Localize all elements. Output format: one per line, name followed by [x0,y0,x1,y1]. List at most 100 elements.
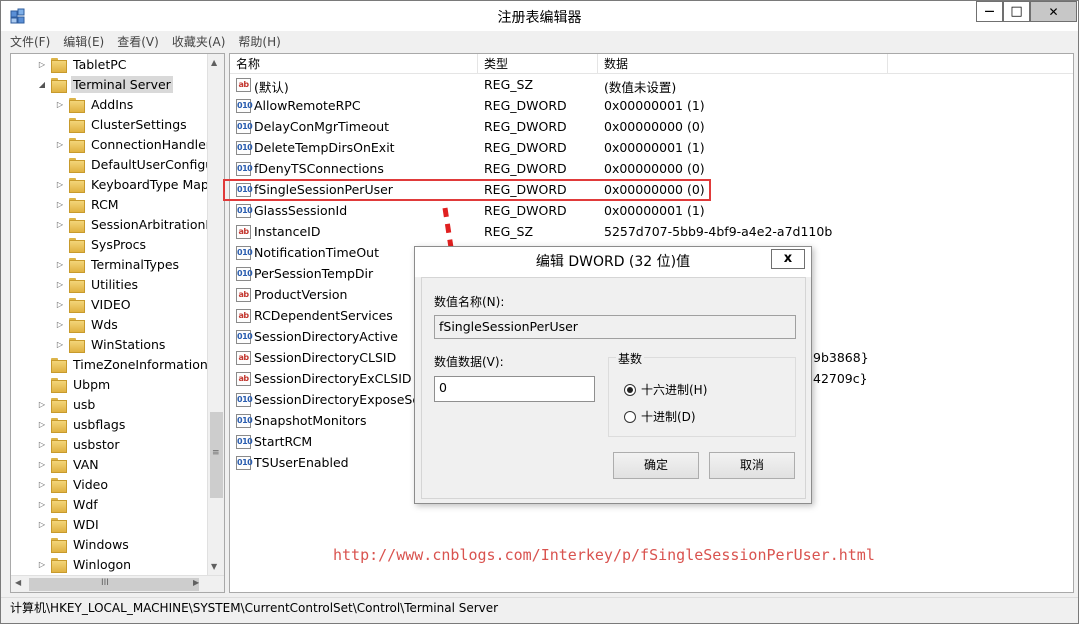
menu-favorites[interactable]: 收藏夹(A) [172,33,226,50]
tree-item[interactable]: ▷ SessionArbitrationH [55,214,217,234]
tree-item[interactable]: ▷ VIDEO [55,294,133,314]
tree-item[interactable]: ▷ Wds [55,314,120,334]
expand-arrow-icon[interactable]: ▷ [37,419,47,429]
tree-item[interactable]: TimeZoneInformation [37,354,210,374]
tree-item[interactable]: ▷ WinStations [55,334,167,354]
menu-file[interactable]: 文件(F) [10,33,50,50]
tree-item[interactable]: ▷ usbstor [37,434,122,454]
tree-item[interactable]: ▷ TerminalTypes [55,254,181,274]
radio-hex[interactable]: 十六进制(H) [624,381,707,398]
tree-item[interactable]: Windows [37,534,131,554]
expand-arrow-icon[interactable]: ▷ [37,479,47,489]
cancel-button[interactable]: 取消 [709,452,795,479]
expand-arrow-icon[interactable]: ▷ [55,179,65,189]
key-tree[interactable]: ▷ TabletPC ◢ Terminal Server ▷ AddIns ClusterS… [10,53,225,593]
tree-item[interactable]: ▷ KeyboardType Map [55,174,211,194]
string-value-icon: ab [236,288,251,302]
ok-button[interactable]: 确定 [613,452,699,479]
expand-arrow-icon[interactable]: ▷ [37,439,47,449]
dialog-close-button[interactable]: x [771,249,805,269]
radio-dec-icon[interactable] [624,410,636,423]
tree-item[interactable]: ▷ ConnectionHandler [55,134,213,154]
expand-arrow-icon[interactable]: ▷ [55,219,65,229]
expand-arrow-icon[interactable]: ▷ [37,499,47,509]
folder-icon [69,297,85,313]
tree-item-label: Ubpm [73,376,111,392]
minimize-button[interactable]: — [976,1,1003,22]
expand-arrow-icon[interactable]: ▷ [37,459,47,469]
value-name-cell: ProductVersion [254,287,348,302]
menu-help[interactable]: 帮助(H) [238,33,280,50]
tree-item[interactable]: ▷ Winlogon [37,554,133,574]
scroll-right-icon[interactable]: ▶ [193,578,199,587]
tree-item[interactable]: SysProcs [55,234,148,254]
expand-arrow-icon[interactable]: ▷ [55,199,65,209]
tree-vertical-scrollbar[interactable]: ▲ ≡ ▼ [207,54,224,575]
table-row[interactable]: 010 DeleteTempDirsOnExit REG_DWORD 0x000000… [230,138,1073,159]
table-row[interactable]: ab InstanceID REG_SZ 5257d707-5bb9-4bf9-a4e… [230,222,1073,243]
tree-item[interactable]: DefaultUserConfigu [55,154,215,174]
tree-item[interactable]: ▷ Utilities [55,274,140,294]
scroll-left-icon[interactable]: ◀ [15,578,21,587]
value-type-cell: REG_DWORD [484,140,567,155]
scroll-down-icon[interactable]: ▼ [211,562,217,571]
folder-icon [69,117,85,133]
tree-item[interactable]: ◢ Terminal Server [37,74,173,94]
expand-arrow-icon[interactable]: ▷ [37,59,47,69]
expand-arrow-icon[interactable]: ▷ [55,339,65,349]
close-button[interactable]: ✕ [1030,1,1077,22]
tree-item[interactable]: ▷ RCM [55,194,121,214]
table-row[interactable]: 010 AllowRemoteRPC REG_DWORD 0x00000001 (1) [230,96,1073,117]
folder-icon [51,437,67,453]
tree-item-label: DefaultUserConfigu [91,156,214,172]
tree-hscroll-thumb[interactable] [29,578,199,591]
table-row[interactable]: ab (默认) REG_SZ (数值未设置) [230,75,1073,96]
no-expander [55,239,65,249]
expand-arrow-icon[interactable]: ▷ [37,519,47,529]
no-expander [37,379,47,389]
menu-edit[interactable]: 编辑(E) [63,33,104,50]
value-name-cell: RCDependentServices [254,308,393,323]
tree-item[interactable]: Ubpm [37,374,112,394]
value-name-field[interactable]: fSingleSessionPerUser [434,315,796,339]
tree-item[interactable]: ▷ usb [37,394,97,414]
column-type[interactable]: 类型 [478,54,598,74]
expand-arrow-icon[interactable]: ▷ [37,399,47,409]
tree-item[interactable]: ▷ Video [37,474,110,494]
table-row[interactable]: 010 GlassSessionId REG_DWORD 0x00000001 (1) [230,201,1073,222]
column-name[interactable]: 名称 [230,54,478,74]
string-value-icon: ab [236,225,251,239]
tree-item[interactable]: ▷ TabletPC [37,54,129,74]
expand-arrow-icon[interactable]: ▷ [37,559,47,569]
expand-arrow-icon[interactable]: ▷ [55,299,65,309]
binary-value-icon: 010 [236,120,253,134]
radio-hex-icon[interactable] [624,383,636,396]
expand-arrow-icon[interactable]: ▷ [55,139,65,149]
value-type-cell: REG_DWORD [484,161,567,176]
table-row[interactable]: 010 DelayConMgrTimeout REG_DWORD 0x00000000… [230,117,1073,138]
scroll-up-icon[interactable]: ▲ [211,58,217,67]
value-data-field[interactable]: 0 [434,376,595,402]
radio-dec[interactable]: 十进制(D) [624,408,696,425]
expand-arrow-icon[interactable]: ▷ [55,319,65,329]
table-row[interactable]: 010 fDenyTSConnections REG_DWORD 0x00000000… [230,159,1073,180]
tree-item[interactable]: ▷ usbflags [37,414,127,434]
tree-item[interactable]: ClusterSettings [55,114,189,134]
menu-view[interactable]: 查看(V) [117,33,159,50]
tree-item[interactable]: ▷ VAN [37,454,101,474]
folder-icon [51,517,67,533]
tree-item[interactable]: ▷ Wdf [37,494,100,514]
expand-arrow-icon[interactable]: ▷ [55,259,65,269]
expand-arrow-icon[interactable]: ◢ [37,79,47,89]
expand-arrow-icon[interactable]: ▷ [55,99,65,109]
expand-arrow-icon[interactable]: ▷ [55,279,65,289]
value-data-label: 数值数据(V): [434,355,504,369]
tree-item[interactable]: ▷ AddIns [55,94,135,114]
hscroll-grip-icon: III [101,578,109,588]
column-data[interactable]: 数据 [598,54,888,74]
folder-icon [69,97,85,113]
maximize-button[interactable]: □ [1003,1,1030,22]
tree-item[interactable]: ▷ WDI [37,514,101,534]
value-name-cell: SessionDirectoryExposeServ [254,392,433,407]
tree-horizontal-scrollbar[interactable]: ◀ III ▶ [11,575,224,592]
